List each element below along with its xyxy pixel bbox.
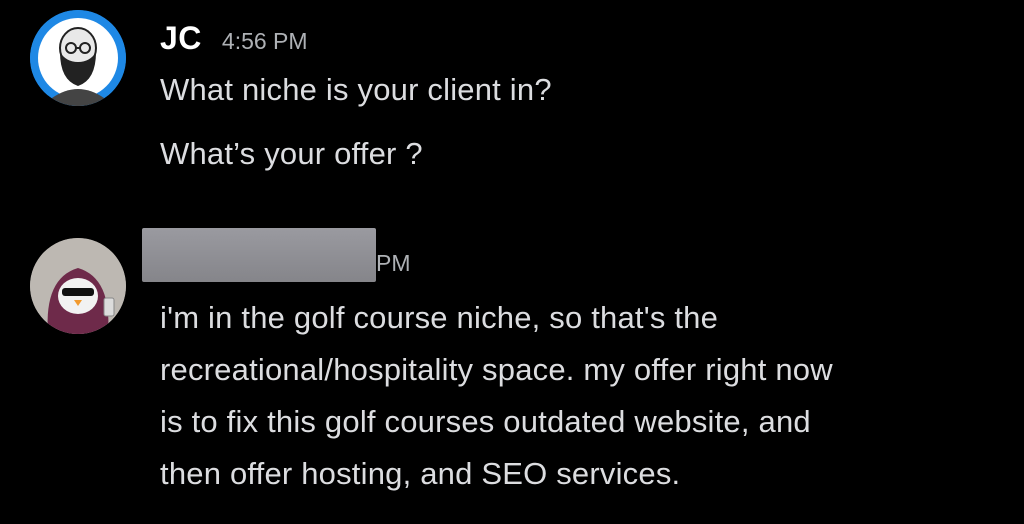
avatar-jc[interactable] — [30, 10, 126, 106]
timestamp: 4:56 PM — [221, 28, 308, 54]
message-redacted-user: PM i'm in the golf course niche, so that… — [0, 220, 1024, 524]
timestamp: PM — [376, 250, 411, 276]
redacted-username-block — [142, 228, 376, 282]
message-text: What niche is your client in? — [160, 72, 552, 107]
message-text: is to fix this golf courses outdated web… — [160, 404, 811, 439]
message-text: then offer hosting, and SEO services. — [160, 456, 681, 491]
message-text: i'm in the golf course niche, so that's … — [160, 300, 719, 335]
message-text: What’s your offer ? — [160, 136, 423, 171]
penguin-hood-avatar-icon — [30, 238, 126, 334]
message-header: JC 4:56 PM — [160, 20, 308, 57]
message-jc: JC 4:56 PM What niche is your client in?… — [0, 0, 1024, 210]
avatar-redacted-user[interactable] — [30, 238, 126, 334]
message-text: recreational/hospitality space. my offer… — [160, 352, 833, 387]
bearded-man-avatar-icon — [30, 10, 126, 106]
username[interactable]: JC — [160, 20, 202, 57]
message-body: i'm in the golf course niche, so that's … — [160, 292, 833, 500]
